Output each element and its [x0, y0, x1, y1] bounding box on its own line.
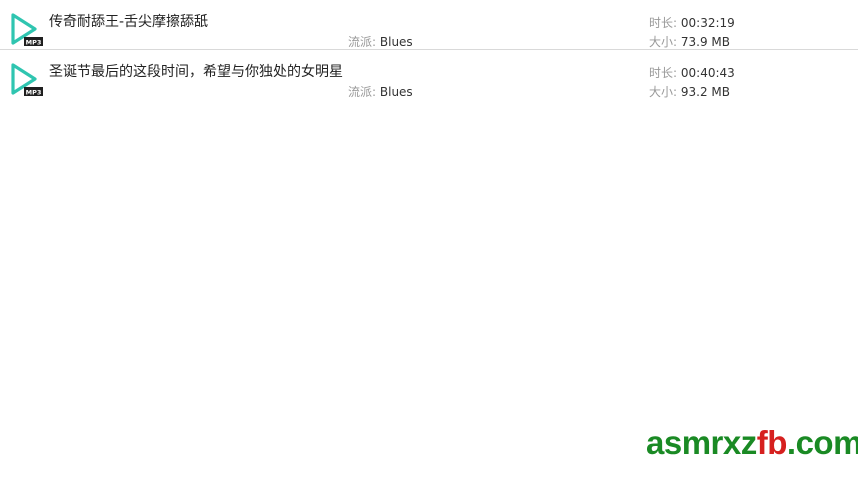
- size-label: 大小:: [649, 35, 678, 49]
- track-meta: 时长: 00:32:19 大小: 73.9 MB: [649, 14, 735, 52]
- duration-line: 时长: 00:32:19: [649, 14, 735, 33]
- duration-line: 时长: 00:40:43: [649, 64, 735, 83]
- track-meta: 时长: 00:40:43 大小: 93.2 MB: [649, 64, 735, 102]
- watermark-part-2: fb: [756, 424, 788, 461]
- duration-label: 时长:: [649, 16, 678, 30]
- size-label: 大小:: [649, 85, 678, 99]
- track-title[interactable]: 圣诞节最后的这段时间，希望与你独处的女明星: [49, 62, 343, 82]
- track-title[interactable]: 传奇耐舔王-舌尖摩擦舔舐: [49, 12, 208, 32]
- track-list: MP3 传奇耐舔王-舌尖摩擦舔舐 流派: Blues 时长: 00:32:19 …: [0, 0, 858, 100]
- size-line: 大小: 93.2 MB: [649, 83, 735, 102]
- genre-label: 流派:: [348, 35, 377, 49]
- track-row[interactable]: MP3 圣诞节最后的这段时间，希望与你独处的女明星 流派: Blues 时长: …: [0, 50, 858, 100]
- site-watermark: asmrxzfb.com: [646, 423, 858, 463]
- genre-value: Blues: [379, 85, 413, 99]
- watermark-part-1: asmrxz: [646, 424, 757, 461]
- track-genre: 流派: Blues: [348, 84, 413, 100]
- genre-value: Blues: [379, 35, 413, 49]
- track-row[interactable]: MP3 传奇耐舔王-舌尖摩擦舔舐 流派: Blues 时长: 00:32:19 …: [0, 0, 858, 50]
- genre-label: 流派:: [348, 85, 377, 99]
- mp3-badge: MP3: [26, 88, 42, 96]
- duration-value: 00:32:19: [680, 16, 735, 30]
- mp3-play-icon[interactable]: MP3: [8, 12, 44, 48]
- duration-label: 时长:: [649, 66, 678, 80]
- track-genre: 流派: Blues: [348, 34, 413, 50]
- watermark-part-3: .com: [786, 424, 858, 461]
- mp3-badge: MP3: [26, 38, 42, 46]
- size-value: 93.2 MB: [680, 85, 730, 99]
- duration-value: 00:40:43: [680, 66, 735, 80]
- mp3-play-icon[interactable]: MP3: [8, 62, 44, 98]
- size-value: 73.9 MB: [680, 35, 730, 49]
